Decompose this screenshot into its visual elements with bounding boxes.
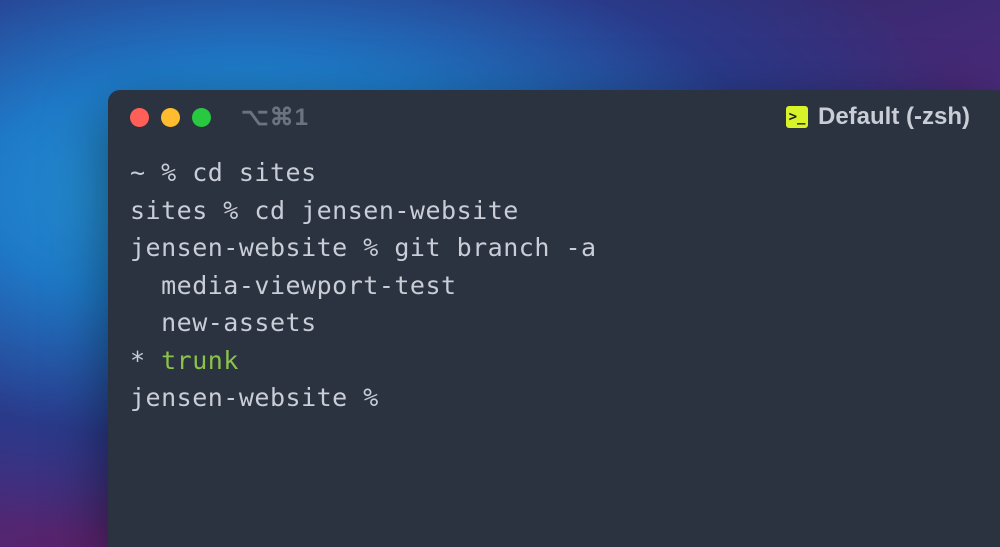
prompt-prefix: ~ %	[130, 158, 192, 187]
title-bar-left: ⌥⌘1	[130, 103, 309, 132]
traffic-lights	[130, 108, 211, 127]
terminal-icon: >_	[786, 106, 808, 128]
terminal-line: jensen-website % git branch -a	[130, 229, 978, 267]
branch-item-current: * trunk	[130, 342, 978, 380]
prompt-prefix: sites %	[130, 196, 254, 225]
terminal-window: ⌥⌘1 >_ Default (-zsh) ~ % cd sites sites…	[108, 90, 1000, 547]
branch-item: new-assets	[130, 304, 978, 342]
maximize-window-button[interactable]	[192, 108, 211, 127]
tab-default[interactable]: >_ Default (-zsh)	[786, 103, 978, 131]
tab-label-text: Default (-zsh)	[818, 103, 970, 131]
prompt-prefix: jensen-website %	[130, 233, 394, 262]
title-bar: ⌥⌘1 >_ Default (-zsh)	[108, 90, 1000, 144]
window-shortcut-hint: ⌥⌘1	[241, 103, 309, 132]
terminal-body[interactable]: ~ % cd sites sites % cd jensen-website j…	[108, 144, 1000, 427]
command-text: git branch -a	[394, 233, 596, 262]
minimize-window-button[interactable]	[161, 108, 180, 127]
terminal-prompt: jensen-website %	[130, 379, 978, 417]
close-window-button[interactable]	[130, 108, 149, 127]
command-text: cd jensen-website	[254, 196, 518, 225]
branch-current-name: trunk	[161, 346, 239, 375]
terminal-line: sites % cd jensen-website	[130, 192, 978, 230]
command-text: cd sites	[192, 158, 316, 187]
terminal-line: ~ % cd sites	[130, 154, 978, 192]
branch-item: media-viewport-test	[130, 267, 978, 305]
branch-current-marker: *	[130, 346, 161, 375]
